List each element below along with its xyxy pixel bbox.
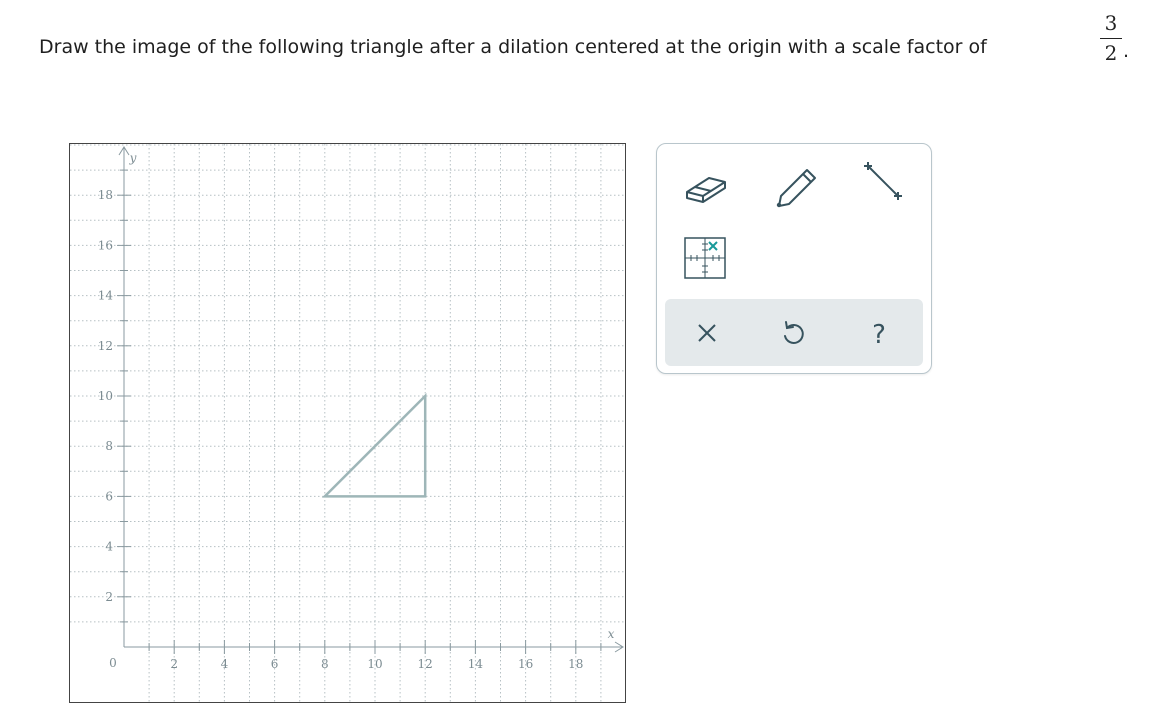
action-bar: ? [665, 299, 923, 366]
line-segment-tool-button[interactable] [856, 156, 912, 208]
help-icon: ? [872, 320, 886, 350]
x-tick-label: 16 [518, 657, 533, 671]
y-tick-label: 2 [105, 590, 113, 604]
point-tool-button[interactable] [677, 232, 733, 284]
help-label: ? [872, 320, 886, 350]
y-tick-label: 16 [98, 238, 113, 252]
x-tick-label: 6 [271, 657, 279, 671]
x-tick-label: 18 [568, 657, 583, 671]
help-button[interactable]: ? [857, 311, 901, 355]
x-tick-label: 10 [367, 657, 382, 671]
clear-icon [698, 324, 716, 342]
x-tick-label: 14 [468, 657, 484, 671]
drawing-toolbox: ? [656, 143, 932, 374]
x-tick-label: 8 [321, 657, 329, 671]
y-axis-label: y [129, 151, 137, 165]
eraser-tool-button[interactable] [677, 156, 733, 208]
pencil-tool-button[interactable] [767, 156, 823, 208]
fraction-numerator: 3 [1104, 11, 1118, 35]
fraction-denominator: 2 [1104, 41, 1118, 65]
y-tick-label: 8 [105, 439, 113, 453]
line-segment-icon [864, 162, 902, 200]
fraction-bar [1100, 38, 1122, 39]
eraser-icon [686, 177, 726, 203]
question-text: Draw the image of the following triangle… [39, 36, 987, 58]
x-tick-label: 4 [221, 657, 229, 671]
question-period: . [1123, 40, 1130, 62]
pencil-icon [776, 169, 816, 208]
y-tick-label: 6 [105, 489, 113, 503]
y-tick-label: 14 [98, 289, 114, 303]
point-grid-icon [684, 237, 726, 279]
y-tick-label: 18 [98, 188, 113, 202]
scale-factor-fraction: 3 2 [1100, 12, 1122, 64]
x-axis-label: x [608, 627, 615, 641]
undo-button[interactable] [771, 311, 815, 355]
y-tick-label: 12 [98, 339, 113, 353]
coordinate-grid[interactable]: 2 4 6 8 10 12 14 16 18 2 4 6 8 10 12 14 16 18 0 x y [70, 144, 626, 703]
question-prompt: Draw the image of the following triangle… [39, 36, 987, 58]
origin-label: 0 [109, 656, 117, 670]
undo-icon [784, 321, 804, 344]
clear-button[interactable] [685, 311, 729, 355]
graph-area[interactable]: 2 4 6 8 10 12 14 16 18 2 4 6 8 10 12 14 16 18 0 x y [69, 143, 626, 703]
y-tick-label: 10 [98, 389, 113, 403]
x-tick-label: 2 [170, 657, 178, 671]
y-tick-label: 4 [105, 540, 113, 554]
x-tick-label: 12 [418, 657, 433, 671]
